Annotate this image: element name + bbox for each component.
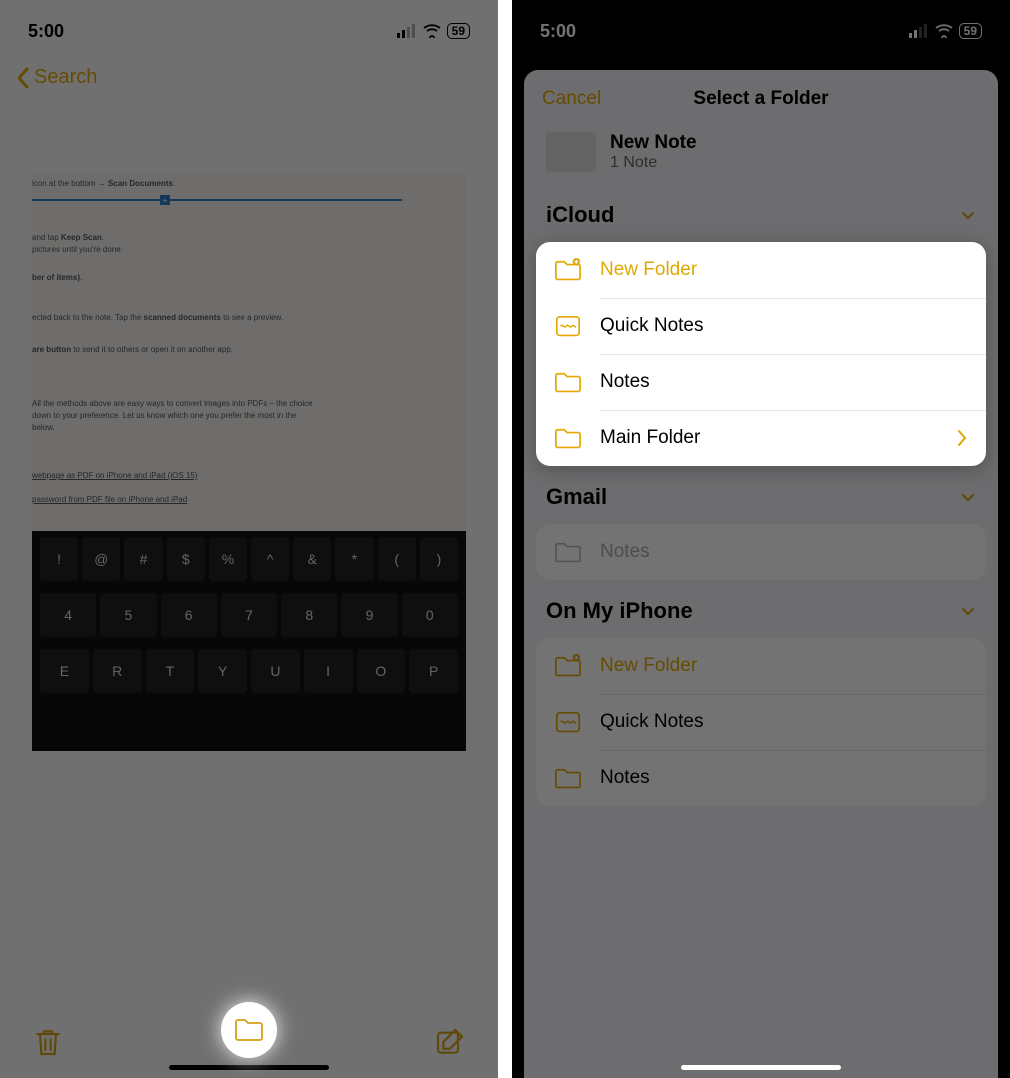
status-time: 5:00 (28, 21, 64, 42)
folder-icon (554, 540, 582, 564)
trash-icon[interactable] (32, 1026, 64, 1058)
note-summary: New Note 1 Note (524, 128, 998, 190)
keyboard-key: # (124, 537, 162, 581)
section-header-gmail[interactable]: Gmail (524, 472, 998, 518)
chevron-left-icon (16, 67, 30, 89)
section-title: On My iPhone (546, 598, 693, 624)
keyboard-key: I (304, 649, 353, 693)
folder-list: New Folder Quick Notes Notes (536, 638, 986, 806)
home-indicator[interactable] (681, 1065, 841, 1070)
chevron-right-icon (956, 429, 968, 447)
keyboard-key: E (40, 649, 89, 693)
folder-label: Notes (600, 767, 968, 789)
keyboard-key: T (146, 649, 195, 693)
new-folder-icon (554, 258, 582, 282)
note-title: New Note (610, 132, 697, 154)
select-folder-sheet: Cancel Select a Folder New Note 1 Note i… (524, 70, 998, 1078)
folder-label: New Folder (600, 259, 968, 281)
chevron-down-icon (960, 489, 976, 505)
keyboard-key: ) (420, 537, 458, 581)
keyboard-key: @ (82, 537, 120, 581)
keyboard-key: P (409, 649, 458, 693)
folder-label: Quick Notes (600, 315, 968, 337)
compose-icon[interactable] (434, 1026, 466, 1058)
section-header-on-my-iphone[interactable]: On My iPhone (524, 586, 998, 632)
folder-label: Quick Notes (600, 711, 968, 733)
folder-row-quick-notes[interactable]: Quick Notes (536, 298, 986, 354)
folder-row-notes[interactable]: Notes (536, 750, 986, 806)
note-count: 1 Note (610, 154, 697, 172)
note-thumbnail (546, 132, 596, 172)
left-screenshot: 5:00 59 Search + icon at the bottom → Sc… (0, 0, 498, 1078)
cellular-icon (909, 24, 929, 38)
back-label: Search (34, 66, 97, 89)
folder-row-notes[interactable]: Notes (536, 354, 986, 410)
folder-row-new-folder[interactable]: New Folder (536, 242, 986, 298)
keyboard-key: O (357, 649, 406, 693)
home-indicator[interactable] (169, 1065, 329, 1070)
keyboard-key: & (293, 537, 331, 581)
move-to-folder-button[interactable] (221, 1002, 277, 1058)
wifi-icon (423, 24, 441, 38)
status-bar: 5:00 59 (0, 0, 498, 52)
back-button[interactable]: Search (0, 52, 498, 103)
sheet-title: Select a Folder (693, 88, 828, 110)
quick-notes-icon (554, 710, 582, 734)
keyboard-key: 4 (40, 593, 96, 637)
keyboard-area: !@#$%^&*() 4567890 ERTYUIOP (32, 531, 466, 751)
section-header-icloud[interactable]: iCloud (524, 190, 998, 236)
keyboard-key: $ (167, 537, 205, 581)
scanned-document-preview[interactable]: + icon at the bottom → Scan Documents. a… (32, 173, 466, 751)
folder-icon (554, 370, 582, 394)
cancel-button[interactable]: Cancel (542, 88, 601, 110)
battery-icon: 59 (959, 23, 982, 39)
keyboard-key: ^ (251, 537, 289, 581)
folder-label: Main Folder (600, 427, 938, 449)
keyboard-key: 6 (161, 593, 217, 637)
section-title: Gmail (546, 484, 607, 510)
status-icons: 59 (397, 23, 470, 39)
keyboard-key: 0 (402, 593, 458, 637)
folder-icon (554, 766, 582, 790)
folder-list: New Folder Quick Notes Notes Main Folder (536, 242, 986, 466)
folder-row-notes[interactable]: Notes (536, 524, 986, 580)
folder-list: Notes (536, 524, 986, 580)
folder-row-quick-notes[interactable]: Quick Notes (536, 694, 986, 750)
keyboard-key: 8 (281, 593, 337, 637)
folder-label: Notes (600, 541, 968, 563)
keyboard-key: R (93, 649, 142, 693)
chevron-down-icon (960, 207, 976, 223)
keyboard-key: * (335, 537, 373, 581)
new-folder-icon (554, 654, 582, 678)
folder-icon (554, 426, 582, 450)
keyboard-key: % (209, 537, 247, 581)
keyboard-key: 7 (221, 593, 277, 637)
folder-label: Notes (600, 371, 968, 393)
battery-icon: 59 (447, 23, 470, 39)
cellular-icon (397, 24, 417, 38)
quick-notes-icon (554, 314, 582, 338)
keyboard-key: Y (198, 649, 247, 693)
keyboard-key: ! (40, 537, 78, 581)
status-icons: 59 (909, 23, 982, 39)
keyboard-key: ( (378, 537, 416, 581)
sheet-header: Cancel Select a Folder (524, 70, 998, 128)
chevron-down-icon (960, 603, 976, 619)
folder-icon (234, 1017, 264, 1043)
right-screenshot: 5:00 59 Cancel Select a Folder New Note … (512, 0, 1010, 1078)
status-time: 5:00 (540, 21, 576, 42)
keyboard-key: 5 (100, 593, 156, 637)
folder-label: New Folder (600, 655, 968, 677)
keyboard-key: 9 (341, 593, 397, 637)
status-bar: 5:00 59 (512, 0, 1010, 52)
section-title: iCloud (546, 202, 614, 228)
wifi-icon (935, 24, 953, 38)
folder-row-main-folder[interactable]: Main Folder (536, 410, 986, 466)
folder-row-new-folder[interactable]: New Folder (536, 638, 986, 694)
keyboard-key: U (251, 649, 300, 693)
